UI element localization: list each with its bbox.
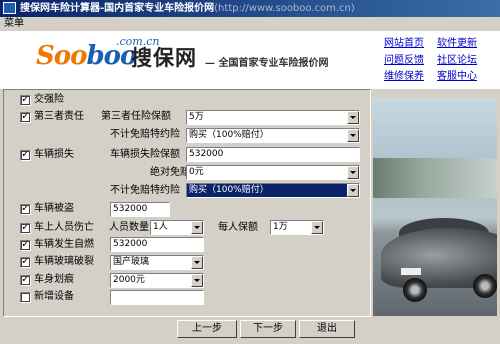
scratch-amount-select[interactable]: 2000元 bbox=[110, 273, 204, 288]
passenger-count-value: 1人 bbox=[153, 222, 168, 232]
jiaoqiang-checkbox[interactable]: ✓ bbox=[20, 95, 31, 106]
header-banner: Sooboo .com.cn 搜保网 — 全国首家专业车险报价网 网站首页 软件… bbox=[0, 31, 500, 89]
new-device-checkbox[interactable] bbox=[20, 292, 31, 303]
brand-name: 搜保网 bbox=[131, 46, 197, 70]
window-title-url: (http://www.sooboo.com.cn) bbox=[214, 3, 355, 14]
chevron-down-icon[interactable] bbox=[191, 274, 203, 287]
chevron-down-icon[interactable] bbox=[311, 221, 323, 234]
next-button[interactable]: 下一步 bbox=[240, 320, 296, 338]
background-trees bbox=[373, 158, 497, 198]
passenger-count-select[interactable]: 1人 bbox=[150, 220, 204, 235]
theft-label: 车辆被盗 bbox=[34, 203, 74, 214]
third-party-amount-select[interactable]: 5万 bbox=[186, 110, 360, 125]
self-ignition-amount-input[interactable]: 532000 bbox=[110, 237, 204, 252]
link-forum[interactable]: 社区论坛 bbox=[437, 51, 477, 66]
third-party-checkbox[interactable]: ✓ bbox=[20, 112, 31, 123]
theft-amount-input[interactable]: 532000 bbox=[110, 202, 170, 217]
chevron-down-icon[interactable] bbox=[191, 256, 203, 269]
glass-checkbox[interactable]: ✓ bbox=[20, 257, 31, 268]
scratch-label: 车身划痕 bbox=[34, 274, 74, 285]
per-person-amount-value: 1万 bbox=[273, 222, 288, 232]
link-service[interactable]: 客服中心 bbox=[437, 67, 477, 82]
car-wheel-rear bbox=[473, 274, 497, 298]
jiaoqiang-label: 交强险 bbox=[34, 94, 64, 105]
absolute-deductible-label: 绝对免赔 bbox=[150, 167, 190, 178]
title-bar: 搜保网车险计算器-国内首家专业车险报价网(http://www.sooboo.c… bbox=[0, 0, 500, 17]
absolute-deductible-select[interactable]: 0元 bbox=[186, 165, 360, 180]
glass-type-select[interactable]: 国产玻璃 bbox=[110, 255, 204, 270]
vehicle-loss-checkbox[interactable]: ✓ bbox=[20, 150, 31, 161]
third-party-label: 第三者责任 bbox=[34, 111, 84, 122]
new-device-label: 新增设备 bbox=[34, 291, 74, 302]
new-device-input[interactable] bbox=[110, 290, 204, 305]
vehicle-loss-label: 车辆损失 bbox=[34, 149, 74, 160]
link-maintenance[interactable]: 维修保养 bbox=[384, 67, 424, 82]
brand-slogan: — 全国首家专业车险报价网 bbox=[205, 58, 329, 69]
vehicle-loss-nodeduct-value: 购买（100%赔付） bbox=[189, 185, 269, 195]
third-party-amount-value: 5万 bbox=[189, 112, 204, 122]
chevron-down-icon[interactable] bbox=[347, 129, 359, 142]
vehicle-loss-amount-label: 车辆损失险保额 bbox=[110, 149, 180, 160]
chevron-down-icon[interactable] bbox=[191, 221, 203, 234]
vehicle-loss-nodeduct-select[interactable]: 购买（100%赔付） bbox=[186, 183, 360, 198]
passenger-label: 车上人员伤亡 bbox=[34, 222, 94, 233]
link-home[interactable]: 网站首页 bbox=[384, 34, 424, 49]
link-feedback[interactable]: 问题反馈 bbox=[384, 51, 424, 66]
chevron-down-icon[interactable] bbox=[347, 166, 359, 179]
glass-label: 车辆玻璃破裂 bbox=[34, 256, 94, 267]
scratch-checkbox[interactable]: ✓ bbox=[20, 275, 31, 286]
absolute-deductible-value: 0元 bbox=[189, 167, 204, 177]
third-party-amount-label: 第三者任险保额 bbox=[101, 111, 171, 122]
passenger-count-label: 人员数量 bbox=[109, 222, 149, 233]
prev-button[interactable]: 上一步 bbox=[177, 320, 237, 338]
passenger-checkbox[interactable]: ✓ bbox=[20, 223, 31, 234]
self-ignition-checkbox[interactable]: ✓ bbox=[20, 240, 31, 251]
menu-item-menu[interactable]: 菜单 bbox=[4, 17, 24, 31]
chevron-down-icon[interactable] bbox=[347, 111, 359, 124]
third-party-nodeduct-label: 不计免赔特约险 bbox=[110, 129, 180, 140]
glass-type-value: 国产玻璃 bbox=[113, 257, 150, 267]
per-person-amount-label: 每人保额 bbox=[218, 222, 258, 233]
third-party-nodeduct-value: 购买（100%赔付） bbox=[189, 130, 269, 140]
car-wheel-front bbox=[403, 278, 427, 302]
window-title-text: 搜保网车险计算器-国内首家专业车险报价网 bbox=[20, 3, 215, 14]
car-photo bbox=[373, 98, 497, 316]
exit-button[interactable]: 退出 bbox=[299, 320, 355, 338]
link-update[interactable]: 软件更新 bbox=[437, 34, 477, 49]
vehicle-loss-amount-input[interactable]: 532000 bbox=[186, 147, 360, 162]
scratch-amount-value: 2000元 bbox=[113, 275, 145, 285]
app-icon bbox=[3, 2, 16, 14]
self-ignition-label: 车辆发生自燃 bbox=[34, 239, 94, 250]
chevron-down-icon[interactable] bbox=[347, 184, 359, 197]
per-person-amount-select[interactable]: 1万 bbox=[270, 220, 324, 235]
vehicle-loss-nodeduct-label: 不计免赔特约险 bbox=[110, 185, 180, 196]
menu-bar: 菜单 bbox=[0, 17, 500, 31]
license-plate bbox=[401, 268, 421, 275]
window-title: 搜保网车险计算器-国内首家专业车险报价网(http://www.sooboo.c… bbox=[20, 0, 355, 17]
third-party-nodeduct-select[interactable]: 购买（100%赔付） bbox=[186, 128, 360, 143]
theft-checkbox[interactable]: ✓ bbox=[20, 204, 31, 215]
